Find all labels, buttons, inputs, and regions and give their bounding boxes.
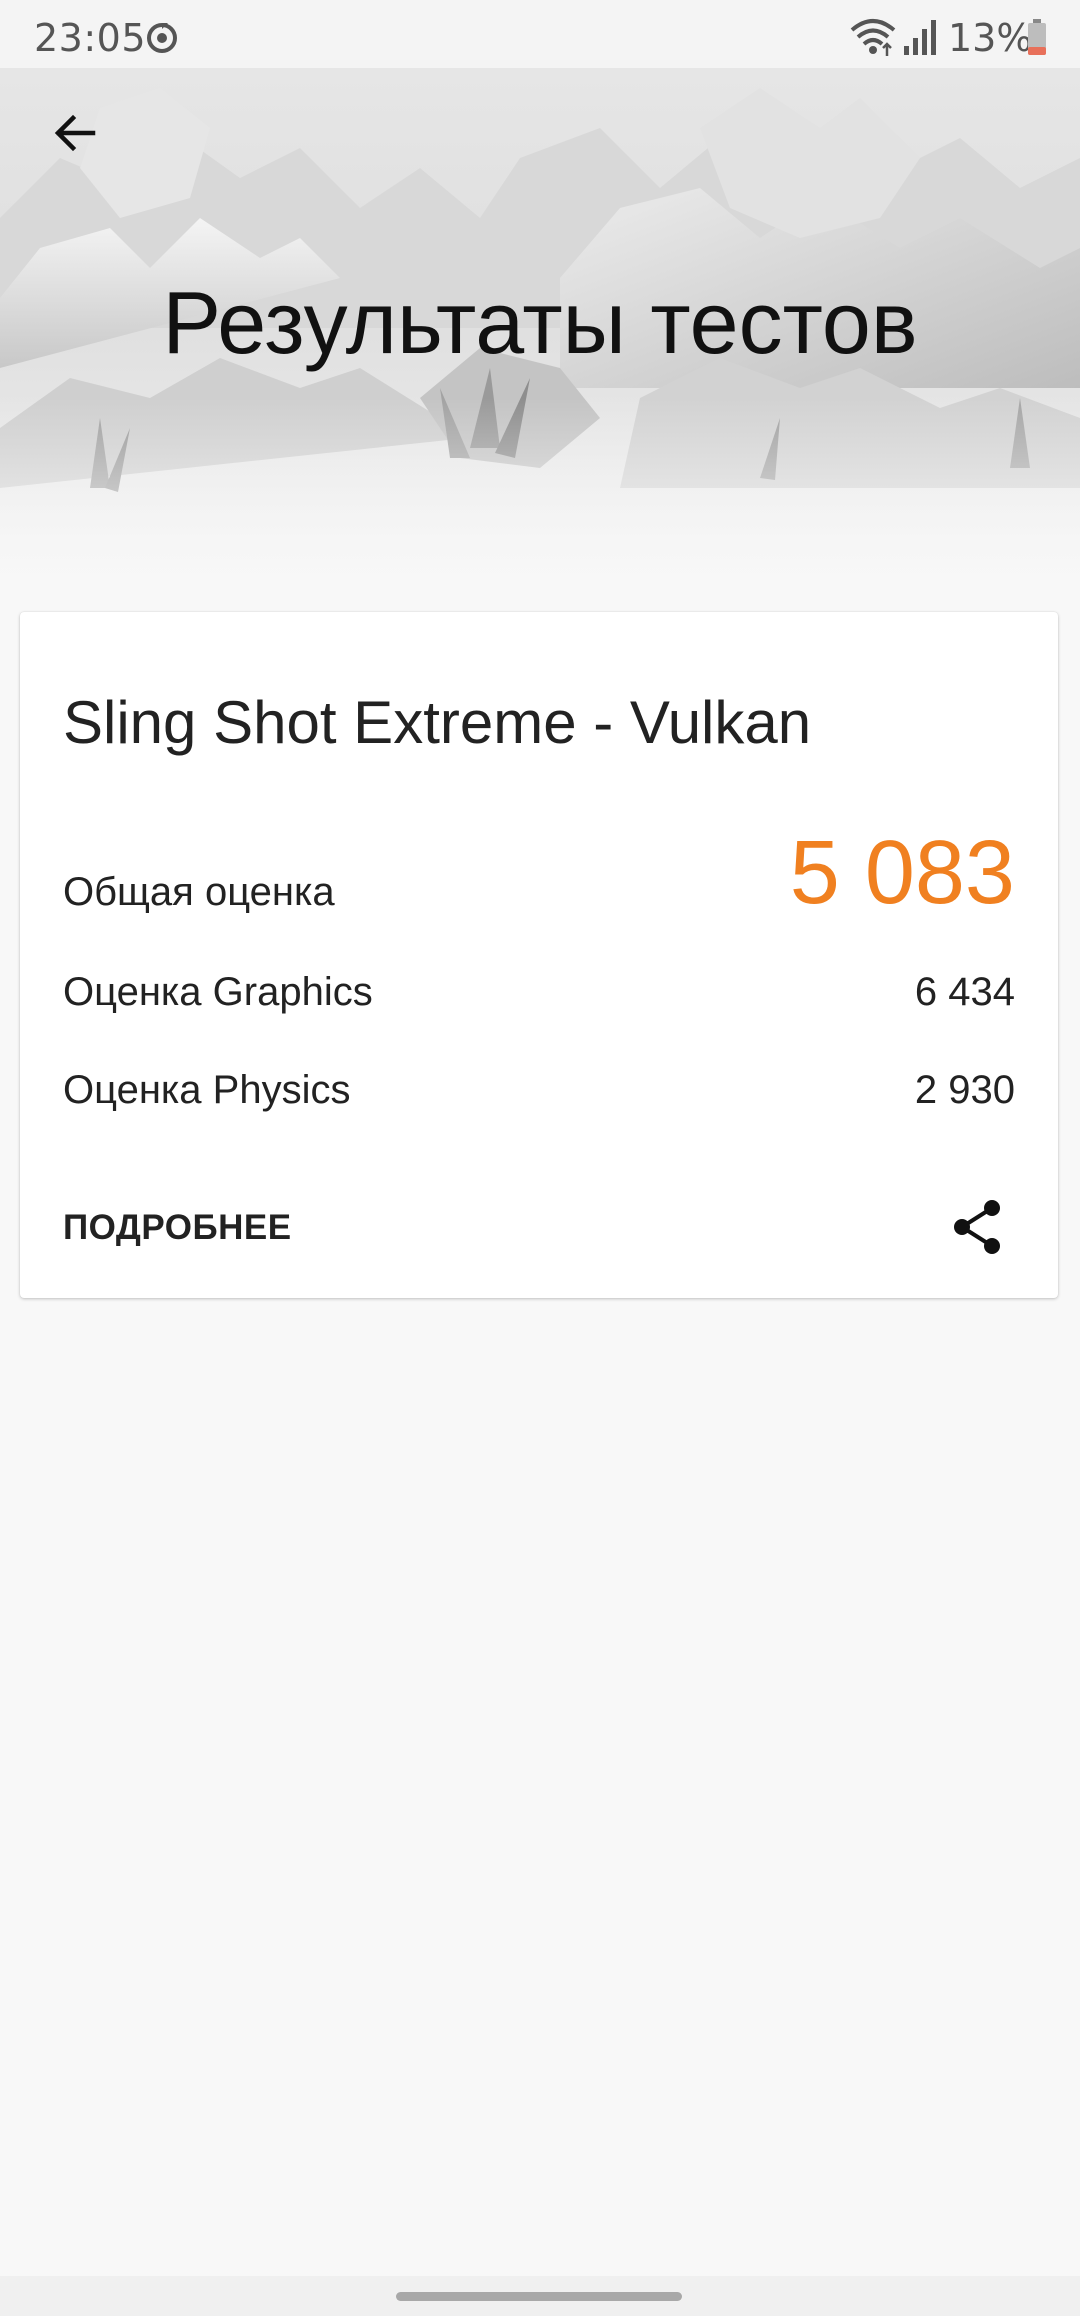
- battery-percent: 13%: [948, 16, 1033, 60]
- overall-score-value: 5 083: [789, 823, 1015, 923]
- navigation-bar: [0, 2276, 1080, 2316]
- page-title: Результаты тестов: [162, 273, 918, 372]
- details-button[interactable]: ПОДРОБНЕЕ: [63, 1208, 292, 1248]
- status-bar: 23:05 13%: [0, 0, 1080, 68]
- status-time: 23:05: [34, 16, 147, 60]
- wifi-icon: [850, 19, 896, 56]
- header: Результаты тестов: [0, 68, 1080, 592]
- physics-score-label: Оценка Physics: [63, 1068, 351, 1112]
- graphics-score-value: 6 434: [914, 970, 1015, 1014]
- physics-score-value: 2 930: [914, 1068, 1015, 1112]
- arrow-left-icon: [54, 114, 96, 152]
- sync-icon: [147, 23, 177, 53]
- physics-score-row: Оценка Physics 2 930: [63, 1068, 1015, 1128]
- battery-icon: [1028, 19, 1046, 55]
- share-icon: [954, 1200, 1000, 1254]
- back-button[interactable]: [40, 98, 110, 168]
- home-indicator[interactable]: [396, 2292, 682, 2301]
- overall-score-label: Общая оценка: [63, 870, 335, 914]
- signal-icon: [904, 20, 936, 55]
- share-button[interactable]: [940, 1190, 1014, 1264]
- overall-score-row: Общая оценка 5 083: [63, 822, 1015, 932]
- result-card: Sling Shot Extreme - Vulkan Общая оценка…: [20, 612, 1058, 1298]
- graphics-score-label: Оценка Graphics: [63, 970, 373, 1014]
- graphics-score-row: Оценка Graphics 6 434: [63, 970, 1015, 1030]
- test-name: Sling Shot Extreme - Vulkan: [63, 689, 812, 756]
